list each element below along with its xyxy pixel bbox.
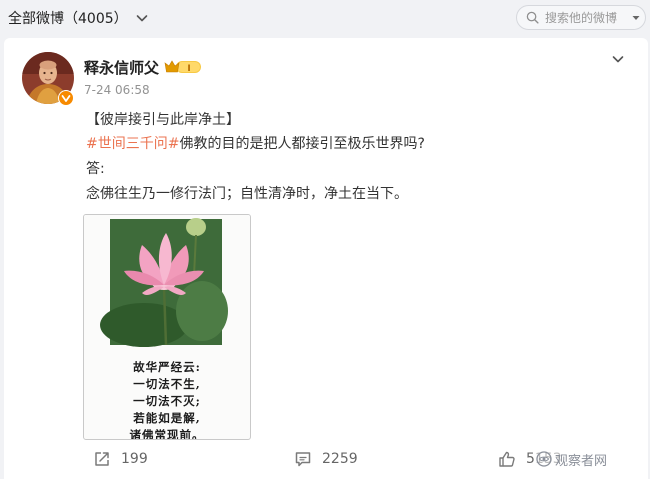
repost-button[interactable]: 199 [93,448,148,470]
search-input[interactable] [545,10,629,25]
post-image[interactable]: 故华严经云: 一切法不生, 一切法不灭; 若能如是解, 诸佛常现前。 [83,214,251,440]
repost-count: 199 [121,451,148,467]
hashtag-link[interactable]: #世间三千问# [86,136,179,152]
search-icon[interactable] [526,11,539,24]
post-filter-label: 全部微博（4005） [8,11,128,27]
caret-down-icon[interactable] [631,13,641,23]
top-bar: 全部微博（4005） [0,0,650,36]
comment-icon [295,452,311,467]
post-filter-dropdown[interactable]: 全部微博（4005） [8,8,150,28]
comment-button[interactable]: 2259 [294,448,358,470]
chevron-down-icon [136,15,147,22]
post-card: 释永信师父 I 7-24 06:58 【彼岸接引与此岸净土】 #世间三千问#佛教… [4,38,648,479]
eye-logo-icon [536,451,552,467]
answer-label: 答: [86,161,105,177]
repost-icon [95,452,109,466]
image-poem-line: 故华严经云: [133,360,201,374]
comment-count: 2259 [322,451,358,467]
lotus-photo [84,215,250,355]
post-answer: 念佛往生乃一修行法门；自性清净时，净土在当下。 [86,186,408,202]
image-poem-line: 诸佛常现前。 [129,428,205,440]
search-box [516,5,646,30]
site-watermark: 观察者网 [534,448,610,470]
image-poem-line: 一切法不生, [133,377,201,391]
watermark-text: 观察者网 [555,453,608,469]
post-title-line: 【彼岸接引与此岸净土】 [86,112,240,128]
post-timestamp[interactable]: 7-24 06:58 [84,83,150,97]
verified-badge-icon [58,90,74,106]
vip-crown-icon[interactable]: I [164,59,202,75]
post-question: 佛教的目的是把人都接引至极乐世界吗? [179,136,425,152]
thumbs-up-icon [499,451,515,467]
vip-level: I [187,64,190,74]
post-question-line: #世间三千问#佛教的目的是把人都接引至极乐世界吗? [86,134,425,154]
image-poem-line: 若能如是解, [133,411,201,425]
more-options-chevron-icon[interactable] [610,51,626,67]
author-name[interactable]: 释永信师父 [84,57,159,78]
image-poem-line: 一切法不灭; [133,394,201,408]
